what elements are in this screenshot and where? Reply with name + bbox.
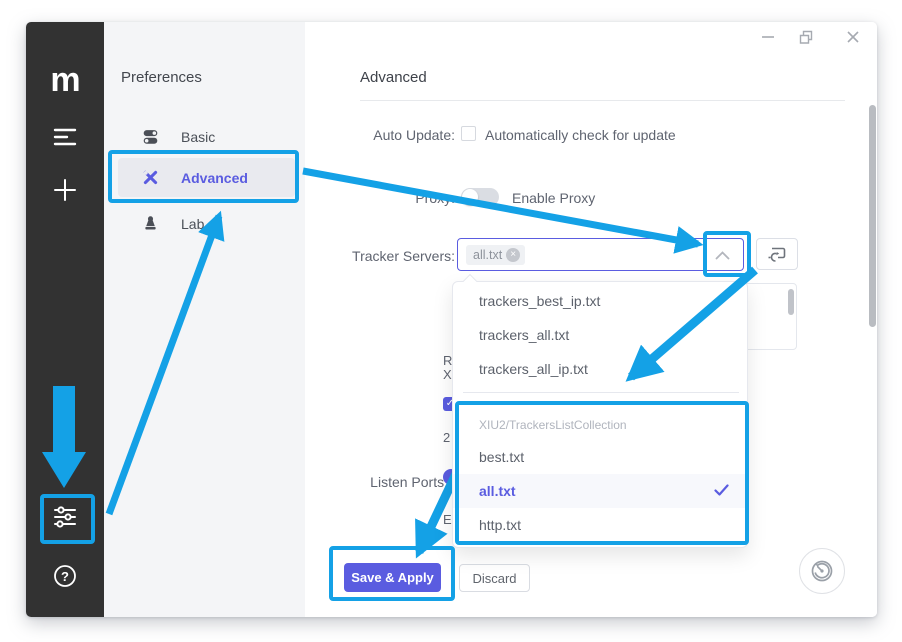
save-apply-button[interactable]: Save & Apply [344,563,441,592]
check-icon [714,484,729,497]
nav-item-lab[interactable]: Lab [118,204,295,243]
help-glyph: ? [61,569,69,584]
close-button[interactable] [845,29,861,45]
tag-label: all.txt [473,248,502,262]
dropdown-item-selected[interactable]: all.txt [453,474,747,508]
preferences-panel: Preferences Basic Advanced [104,22,305,617]
obscured-text-1: R [443,353,452,368]
nav-label-basic: Basic [181,129,215,145]
dropdown-divider [463,392,739,393]
tools-icon [142,169,159,186]
preferences-icon[interactable] [26,504,104,530]
speed-limit-button[interactable] [799,548,845,594]
preferences-title: Preferences [121,69,202,86]
obscured-text-3: 2 [443,430,450,445]
obscured-text-4: E [443,512,452,527]
proxy-label: Proxy: [305,190,455,206]
auto-update-label: Auto Update: [305,127,455,143]
nav-label-advanced: Advanced [181,170,248,186]
main-scrollbar[interactable] [869,105,876,327]
task-list-icon[interactable] [26,124,104,150]
textarea-scrollbar[interactable] [788,289,794,315]
dropdown-item[interactable]: trackers_best_ip.txt [453,284,747,318]
dropdown-item[interactable]: trackers_all.txt [453,318,747,352]
sync-trackers-button[interactable] [756,238,798,270]
proxy-text: Enable Proxy [512,190,595,206]
help-icon[interactable]: ? [26,563,104,589]
selected-item-label: all.txt [479,483,516,499]
dropdown-item[interactable]: http.txt [453,508,747,542]
dropdown-item[interactable]: best.txt [453,440,747,474]
title-divider [360,100,845,101]
discard-button[interactable]: Discard [459,564,530,592]
tracker-servers-label: Tracker Servers: [305,248,455,264]
maximize-button[interactable] [798,29,814,45]
nav-item-basic[interactable]: Basic [118,117,295,156]
add-task-icon[interactable] [26,177,104,203]
obscured-text-2: X [443,367,452,382]
lab-icon [142,215,159,232]
listen-ports-label: Listen Ports: [305,474,448,490]
logo-letter: m [50,63,79,97]
tracker-dropdown: trackers_best_ip.txt trackers_all.txt tr… [452,281,748,548]
screenshot-canvas: m [0,0,902,642]
toggle-knob [462,189,478,205]
nav-item-advanced[interactable]: Advanced [118,158,295,197]
motrix-logo-icon: m [26,62,104,98]
sync-icon [766,244,788,264]
chevron-up-icon[interactable] [715,251,730,260]
minimize-button[interactable] [760,29,776,45]
proxy-toggle[interactable] [461,188,499,206]
selected-tracker-tag: all.txt × [466,245,525,265]
page-title: Advanced [360,69,427,86]
tag-close-icon[interactable]: × [506,248,520,262]
dropdown-item[interactable]: trackers_all_ip.txt [453,352,747,386]
nav-label-lab: Lab [181,216,204,232]
app-sidebar: m [26,22,104,617]
auto-update-checkbox[interactable] [461,126,476,141]
speedometer-icon [808,557,836,585]
auto-update-text: Automatically check for update [485,127,676,143]
dropdown-group-label: XIU2/TrackersListCollection [453,412,747,438]
toggles-icon [142,128,159,145]
tracker-select[interactable]: all.txt × [457,238,744,271]
